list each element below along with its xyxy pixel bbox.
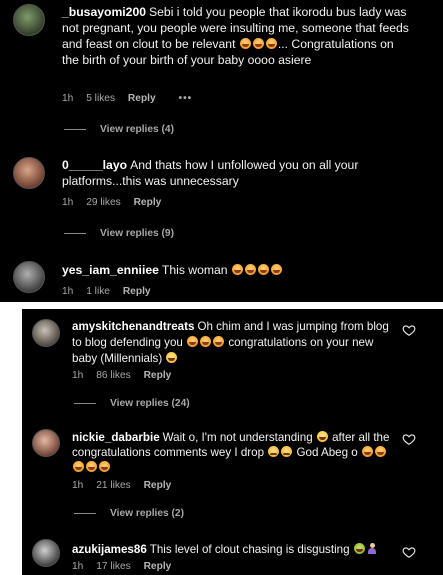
smile-emoji-icon (231, 264, 243, 275)
view-replies-label: View replies (2) (110, 508, 184, 519)
smile-emoji-icon (244, 264, 256, 275)
comment-username[interactable]: 0_____layo (62, 158, 127, 172)
comment-likes[interactable]: 21 likes (96, 480, 131, 491)
smile-emoji-icon (270, 264, 282, 275)
like-heart-icon[interactable] (402, 323, 416, 337)
smile-emoji-icon (265, 38, 277, 49)
reply-button[interactable]: Reply (128, 93, 156, 104)
divider-line (64, 129, 86, 130)
avatar[interactable] (32, 429, 60, 457)
comment-text: azukijames86 This level of clout chasing … (72, 542, 397, 557)
avatar[interactable] (13, 261, 45, 293)
divider-line (74, 403, 96, 404)
comment-text: 0_____layo And thats how I unfollowed you… (62, 157, 412, 189)
comment-body: This level of clout chasing is disgustin… (150, 543, 378, 556)
smile-emoji-icon (213, 336, 225, 347)
reply-button[interactable]: Reply (144, 561, 172, 572)
reply-button[interactable]: Reply (144, 370, 172, 381)
smile-emoji-icon (99, 461, 110, 472)
comment-text: amyskitchenandtreats Oh chim and I was ju… (72, 319, 397, 367)
comment-time: 1h (62, 197, 74, 208)
comment-username[interactable]: amyskitchenandtreats (72, 320, 194, 333)
smile-emoji-icon (361, 446, 373, 457)
comment-username[interactable]: nickie_dabarbie (72, 431, 160, 444)
comment-meta: 1h 17 likes Reply (72, 561, 181, 572)
comment-meta: 1h 21 likes Reply (72, 480, 181, 491)
reply-button[interactable]: Reply (123, 286, 151, 297)
comment-meta: 1h 5 likes Reply ••• (62, 93, 202, 104)
comment-time: 1h (62, 93, 74, 104)
wink-emoji-icon (316, 431, 328, 442)
comment-text: _busayomi200 Sebi i told you people that … (62, 4, 412, 68)
smile-emoji-icon (200, 336, 212, 347)
view-replies-button[interactable]: View replies (24) (74, 398, 190, 409)
comments-panel-bottom: amyskitchenandtreats Oh chim and I was ju… (22, 309, 443, 575)
smile-emoji-icon (239, 38, 251, 49)
comments-panel-top: _busayomi200 Sebi i told you people that … (0, 0, 443, 302)
comment-text: yes_iam_enniiee This woman (62, 262, 412, 278)
comment-username[interactable]: azukijames86 (72, 543, 147, 556)
sad-emoji-icon (268, 446, 280, 457)
comment-username[interactable]: yes_iam_enniiee (62, 263, 159, 277)
comment-text: nickie_dabarbie Wait o, I'm not understan… (72, 430, 397, 475)
person-emoji-icon (367, 543, 377, 554)
comment-username[interactable]: _busayomi200 (62, 5, 146, 19)
comment-likes[interactable]: 17 likes (96, 561, 131, 572)
comment-likes[interactable]: 29 likes (86, 197, 121, 208)
view-replies-button[interactable]: View replies (4) (64, 124, 174, 135)
view-replies-label: View replies (24) (110, 398, 190, 409)
sad-emoji-icon (281, 446, 293, 457)
more-options-button[interactable]: ••• (179, 93, 193, 104)
smile-emoji-icon (257, 264, 269, 275)
comment-meta: 1h 29 likes Reply (62, 197, 171, 208)
comment-time: 1h (62, 286, 74, 297)
smile-emoji-icon (374, 446, 386, 457)
comment-time: 1h (72, 480, 84, 491)
comment-meta: 1h 86 likes Reply (72, 370, 181, 381)
comment-likes[interactable]: 86 likes (96, 370, 131, 381)
view-replies-label: View replies (9) (100, 228, 174, 239)
wink-emoji-icon (166, 352, 178, 363)
vomit-emoji-icon (353, 543, 365, 554)
smile-emoji-icon (252, 38, 264, 49)
comment-meta: 1h 1 like Reply (62, 286, 161, 297)
smile-emoji-icon (73, 461, 84, 472)
reply-button[interactable]: Reply (134, 197, 162, 208)
comment-likes[interactable]: 1 like (86, 286, 110, 297)
like-heart-icon[interactable] (402, 545, 416, 559)
divider-line (74, 513, 96, 514)
view-replies-label: View replies (4) (100, 124, 174, 135)
smile-emoji-icon (187, 336, 199, 347)
smile-emoji-icon (86, 461, 97, 472)
view-replies-button[interactable]: View replies (2) (74, 508, 184, 519)
comment-time: 1h (72, 370, 84, 381)
avatar[interactable] (32, 539, 60, 567)
comment-likes[interactable]: 5 likes (86, 93, 115, 104)
avatar[interactable] (13, 157, 45, 189)
avatar[interactable] (32, 319, 60, 347)
avatar[interactable] (13, 4, 45, 36)
divider-line (64, 233, 86, 234)
reply-button[interactable]: Reply (144, 480, 172, 491)
like-heart-icon[interactable] (402, 432, 416, 446)
comment-body: This woman (162, 263, 283, 277)
comment-time: 1h (72, 561, 84, 572)
view-replies-button[interactable]: View replies (9) (64, 228, 174, 239)
